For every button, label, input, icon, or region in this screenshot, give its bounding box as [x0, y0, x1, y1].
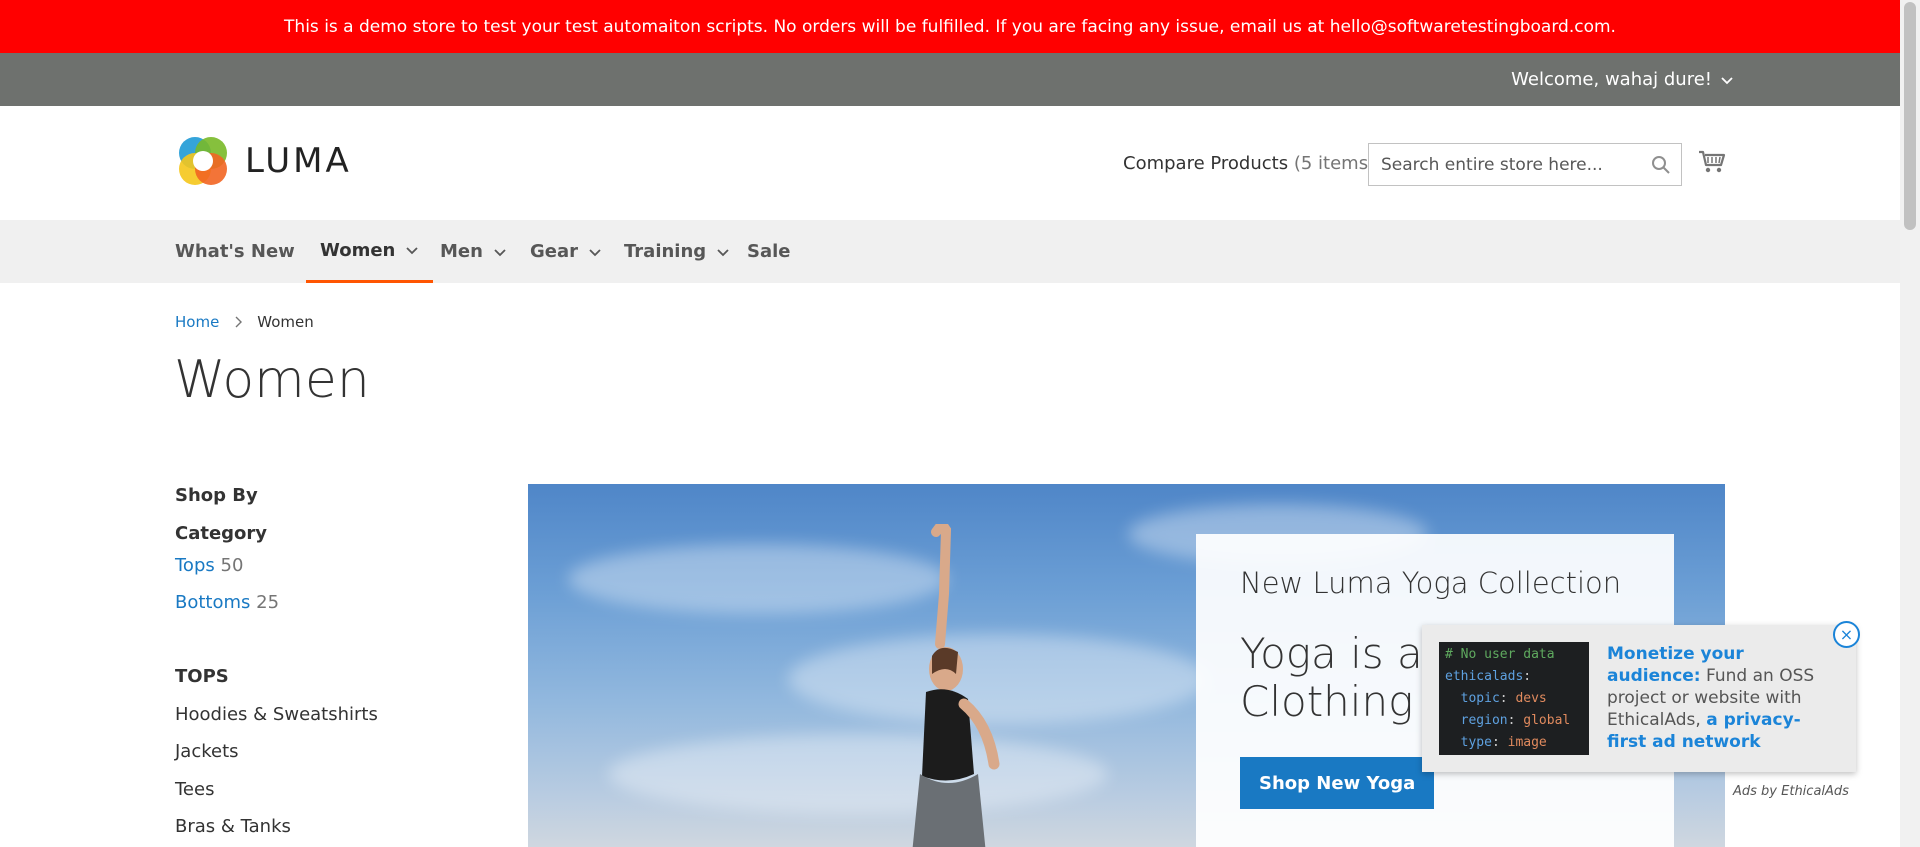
chevron-down-icon [717, 248, 729, 256]
chevron-down-icon [494, 248, 506, 256]
compare-count: (5 items) [1293, 153, 1376, 174]
chevron-down-icon [1721, 76, 1733, 84]
nav-label: Sale [747, 241, 791, 262]
ad-code-key: type [1445, 735, 1492, 750]
demo-notice-text: This is a demo store to test your test a… [284, 16, 1616, 37]
luma-logo-icon [179, 137, 227, 185]
ad-code-value: global [1523, 713, 1571, 728]
shop-new-yoga-button[interactable]: Shop New Yoga [1240, 757, 1435, 809]
search-box [1368, 143, 1682, 186]
nav-item-gear[interactable]: Gear [530, 220, 602, 283]
page-scrollbar[interactable] [1900, 0, 1920, 847]
scrollbar-thumb[interactable] [1904, 2, 1916, 230]
ad-code-comment: # No user data [1445, 647, 1555, 662]
nav-label: Women [320, 239, 396, 261]
ad-close-button[interactable]: × [1833, 621, 1860, 648]
tops-item-tees[interactable]: Tees [175, 779, 214, 800]
tops-item-jackets[interactable]: Jackets [175, 741, 239, 762]
ad-attribution[interactable]: Ads by EthicalAds [1733, 784, 1849, 799]
tops-item-bras-tanks[interactable]: Bras & Tanks [175, 816, 291, 837]
hero-subtitle: New Luma Yoga Collection [1240, 566, 1622, 600]
nav-label: What's New [175, 241, 295, 262]
demo-notice-banner: This is a demo store to test your test a… [0, 0, 1900, 53]
shop-by-title: Shop By [175, 485, 258, 506]
search-icon[interactable] [1651, 155, 1671, 175]
category-item-bottoms[interactable]: Bottoms 25 [175, 592, 279, 613]
nav-label: Men [440, 241, 483, 262]
luma-logo[interactable]: LUMA [175, 133, 352, 189]
ad-text[interactable]: Monetize your audience: Fund an OSS proj… [1607, 643, 1837, 753]
nav-item-women[interactable]: Women [306, 220, 434, 283]
ad-code-value: devs [1515, 691, 1547, 706]
compare-label: Compare Products [1123, 153, 1289, 174]
breadcrumb-home[interactable]: Home [175, 313, 219, 331]
welcome-text: Welcome, wahaj dure! [1511, 69, 1712, 90]
category-count: 25 [256, 592, 280, 613]
ad-code-value: image [1507, 735, 1547, 750]
chevron-down-icon [589, 248, 601, 256]
nav-item-sale[interactable]: Sale [747, 220, 791, 283]
main-navigation: What's New Women Men Gear Training Sale [0, 220, 1900, 283]
breadcrumb-current: Women [257, 313, 314, 331]
category-item-tops[interactable]: Tops 50 [175, 555, 243, 576]
ad-code-key: topic [1445, 691, 1500, 706]
chevron-down-icon [406, 247, 418, 255]
category-filter-title[interactable]: Category [175, 523, 267, 544]
shopping-cart-icon[interactable] [1697, 146, 1727, 176]
page-title: Women [174, 350, 370, 410]
breadcrumb: Home Women [175, 313, 314, 331]
logo-text: LUMA [245, 141, 352, 181]
nav-label: Training [624, 241, 707, 262]
nav-item-whats-new[interactable]: What's New [175, 220, 295, 283]
tops-section-title: TOPS [175, 666, 229, 687]
customer-welcome-menu[interactable]: Welcome, wahaj dure! [1511, 53, 1734, 106]
category-count: 50 [220, 555, 244, 576]
nav-item-men[interactable]: Men [440, 220, 507, 283]
page-header: LUMA Compare Products (5 items) [0, 106, 1900, 220]
nav-label: Gear [530, 241, 579, 262]
search-input[interactable] [1381, 154, 1651, 175]
ethicalads-popup[interactable]: # No user data ethicalads: topic: devs r… [1422, 625, 1856, 772]
chevron-right-icon [235, 316, 243, 328]
ad-code-image: # No user data ethicalads: topic: devs r… [1439, 642, 1589, 755]
yoga-model-image [912, 524, 1000, 847]
ad-code-key: region [1445, 713, 1508, 728]
nav-item-training[interactable]: Training [624, 220, 730, 283]
compare-products-link[interactable]: Compare Products (5 items) [1123, 153, 1375, 174]
ad-code-key: ethicalads [1445, 669, 1524, 684]
category-label[interactable]: Bottoms [175, 592, 250, 613]
category-label[interactable]: Tops [175, 555, 215, 576]
tops-item-hoodies[interactable]: Hoodies & Sweatshirts [175, 704, 378, 725]
header-panel: Welcome, wahaj dure! [0, 53, 1900, 106]
